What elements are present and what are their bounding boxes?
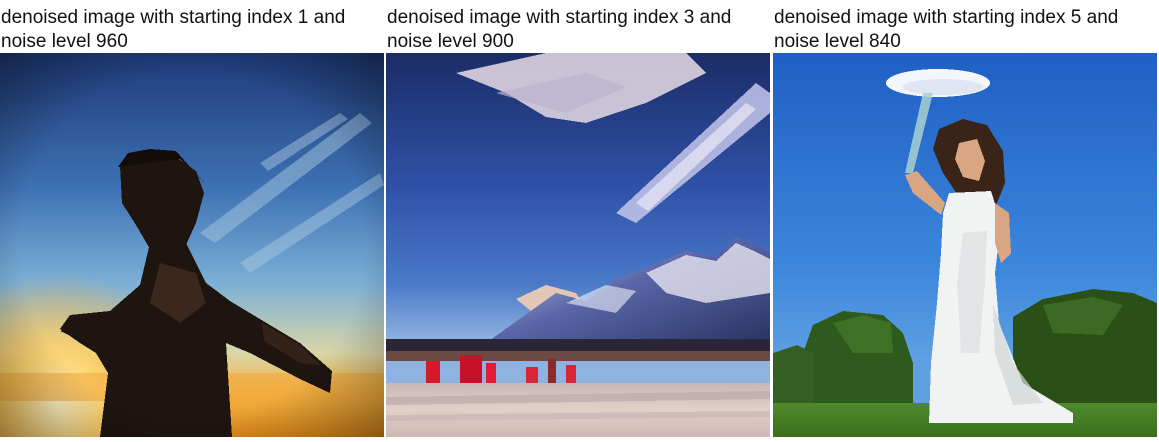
- panel-3-caption: denoised image with starting index 5 and…: [774, 7, 1119, 52]
- denoised-image-man-sunset: [0, 53, 384, 437]
- panel-1-caption: denoised image with starting index 1 and…: [1, 7, 346, 52]
- panel-1-image: [0, 53, 384, 437]
- panel-2-image: [386, 53, 770, 437]
- panel-1: denoised image with starting index 1 and…: [0, 0, 384, 442]
- image-grid: denoised image with starting index 1 and…: [0, 0, 1159, 442]
- denoised-image-woman-parasol: [773, 53, 1157, 437]
- panel-2: denoised image with starting index 3 and…: [386, 0, 770, 442]
- panel-2-caption: denoised image with starting index 3 and…: [387, 7, 732, 52]
- panel-3-image: [773, 53, 1157, 437]
- panel-3: denoised image with starting index 5 and…: [773, 0, 1157, 442]
- denoised-image-mountain-beach: [386, 53, 770, 437]
